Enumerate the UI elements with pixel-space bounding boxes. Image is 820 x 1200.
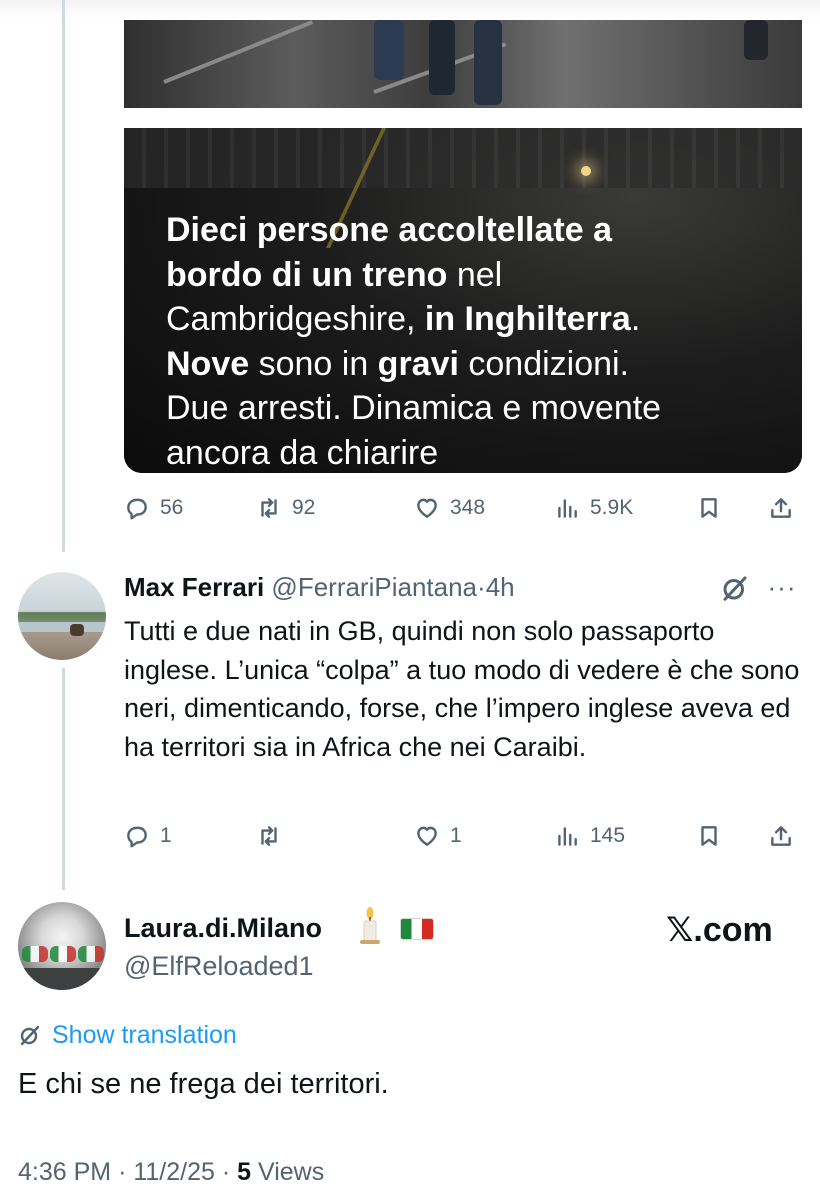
- avatar[interactable]: [18, 902, 106, 990]
- tweet-actions: 56 92 348 5.9K: [124, 490, 804, 526]
- views-icon: [558, 499, 577, 518]
- author-name[interactable]: Max Ferrari: [124, 572, 264, 602]
- share-icon: [771, 826, 791, 846]
- tweet-meta: 4:36 PM · 11/2/25 · 5 Views: [18, 1154, 324, 1190]
- italy-flag-emoji: [400, 918, 434, 940]
- repost-icon: [261, 498, 277, 518]
- like-button[interactable]: 348: [414, 490, 485, 526]
- reply-header: Max Ferrari @FerrariPiantana·4h: [124, 570, 724, 604]
- bookmark-button[interactable]: [696, 818, 722, 854]
- thread-line: [62, 0, 65, 552]
- separator: ·: [221, 1158, 231, 1186]
- show-translation-label: Show translation: [52, 1020, 237, 1049]
- like-count: 1: [450, 824, 462, 847]
- bookmark-icon: [701, 498, 717, 518]
- separator: ·: [477, 572, 486, 602]
- views-button[interactable]: 5.9K: [554, 490, 633, 526]
- bookmark-button[interactable]: [696, 490, 722, 526]
- share-button[interactable]: [768, 490, 794, 526]
- views-count: 145: [590, 824, 626, 847]
- reply-icon: [127, 826, 147, 848]
- repost-button[interactable]: [256, 818, 292, 854]
- views-label: Views: [258, 1158, 325, 1186]
- media-photo-top: [124, 20, 802, 108]
- repost-count: 92: [292, 496, 316, 519]
- separator: ·: [118, 1158, 127, 1186]
- avatar[interactable]: [18, 572, 106, 660]
- thread-line: [62, 668, 65, 890]
- reply-actions: 1 1 145: [124, 818, 804, 854]
- like-icon: [417, 826, 437, 846]
- translate-icon[interactable]: [720, 573, 750, 603]
- reply-count: 56: [160, 496, 184, 519]
- author-handle[interactable]: @ElfReloaded1: [124, 948, 314, 984]
- more-icon[interactable]: ···: [762, 572, 802, 602]
- bookmark-icon: [701, 826, 717, 846]
- translate-icon: [18, 1023, 42, 1047]
- reply-button[interactable]: 1: [124, 818, 172, 854]
- tweet-time[interactable]: 4:36 PM: [18, 1158, 111, 1186]
- author-name[interactable]: Laura.di.Milano: [124, 910, 322, 946]
- top-edge: [0, 0, 820, 20]
- tweet-date[interactable]: 11/2/25: [133, 1158, 215, 1186]
- reply-count: 1: [160, 824, 172, 847]
- like-icon: [417, 498, 437, 518]
- timestamp[interactable]: 4h: [486, 572, 515, 602]
- reply-text: Tutti e due nati in GB, quindi non solo …: [124, 616, 800, 762]
- share-button[interactable]: [768, 818, 794, 854]
- author-handle[interactable]: @FerrariPiantana: [271, 572, 477, 602]
- views-count: 5: [237, 1158, 252, 1186]
- reply-button[interactable]: 56: [124, 490, 183, 526]
- like-button[interactable]: 1: [414, 818, 462, 854]
- candle-emoji: [356, 906, 384, 946]
- repost-button[interactable]: 92: [256, 490, 315, 526]
- media-divider: [124, 108, 802, 128]
- repost-icon: [261, 826, 277, 846]
- views-count: 5.9K: [590, 496, 634, 519]
- like-count: 348: [450, 496, 486, 519]
- media-caption: Dieci persone accoltellate a bordo di un…: [166, 211, 662, 472]
- views-icon: [558, 827, 577, 846]
- views-button[interactable]: 145: [554, 818, 625, 854]
- tweet-media-card[interactable]: Dieci persone accoltellate a bordo di un…: [124, 20, 802, 473]
- media-photo-caption: Dieci persone accoltellate a bordo di un…: [124, 128, 802, 473]
- show-translation-link[interactable]: Show translation: [18, 1018, 237, 1052]
- reply-icon: [127, 498, 147, 520]
- share-icon: [771, 498, 791, 518]
- tweet-text: E chi se ne frega dei territori.: [18, 1068, 389, 1100]
- x-com-watermark: 𝕏.com: [666, 911, 773, 949]
